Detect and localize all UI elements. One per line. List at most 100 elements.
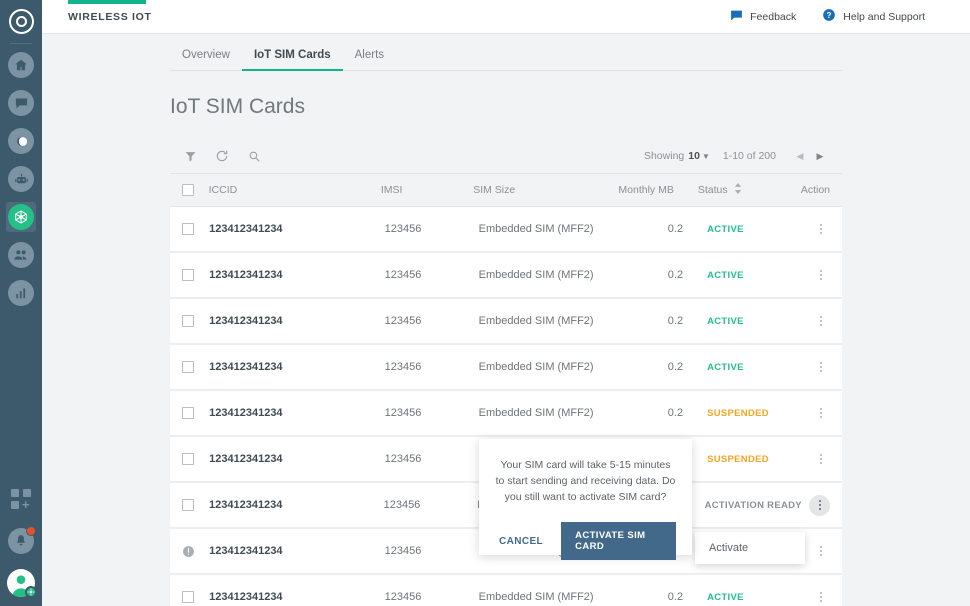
column-header-imsi[interactable]: IMSI	[381, 184, 473, 196]
menu-item-activate[interactable]: Activate	[695, 532, 805, 564]
dialog-actions: CANCEL ACTIVATE SIM CARD	[495, 522, 676, 560]
sidebar-item-analytics[interactable]	[6, 278, 36, 308]
bar-chart-icon	[8, 280, 34, 306]
left-nav-rail: +	[0, 0, 42, 606]
cell-iccid: 123412341234	[209, 315, 283, 327]
previous-page-button[interactable]: ◀	[790, 146, 810, 166]
feedback-label: Feedback	[750, 10, 797, 23]
row-checkbox[interactable]	[182, 315, 209, 327]
cell-monthly-mb: 0.2	[667, 269, 684, 281]
row-action-menu-button[interactable]	[812, 588, 830, 606]
table-row[interactable]: 123412341234 123456 Embedded SIM (MFF2) …	[170, 345, 842, 390]
cell-action	[812, 588, 830, 606]
row-checkbox[interactable]	[182, 361, 209, 373]
tab-iot-sim-cards[interactable]: IoT SIM Cards	[241, 49, 343, 71]
activate-sim-card-button[interactable]: ACTIVATE SIM CARD	[561, 522, 676, 560]
table-header-row: ICCID IMSI SIM Size Monthly MB Status Ac…	[170, 173, 842, 207]
sort-arrows-icon[interactable]	[734, 183, 742, 197]
tab-bar: Overview IoT SIM Cards Alerts	[170, 34, 842, 71]
row-action-menu-button[interactable]	[812, 542, 830, 560]
cell-action	[812, 450, 830, 468]
top-bar: WIRELESS IOT Feedback ? Help and Support	[42, 0, 970, 34]
notifications-button[interactable]	[6, 526, 36, 556]
cell-sim-size: Embedded SIM (MFF2)	[478, 407, 594, 419]
cell-imsi: 123456	[384, 453, 422, 465]
help-circle-icon: ?	[822, 8, 836, 25]
page-size-value[interactable]: 10	[688, 150, 700, 162]
row-checkbox[interactable]	[182, 591, 209, 603]
status-badge: ACTIVE	[707, 269, 744, 281]
row-action-dropdown: Activate	[695, 532, 805, 564]
grid-plus-icon: +	[11, 489, 31, 511]
help-and-support-button[interactable]: ? Help and Support	[822, 8, 925, 25]
row-action-menu-button[interactable]	[812, 312, 830, 330]
cell-action	[809, 494, 830, 516]
cell-monthly-mb: 0.2	[667, 223, 684, 235]
column-header-status[interactable]: Status	[696, 183, 801, 197]
cell-action	[812, 542, 830, 560]
apps-grid-button[interactable]: +	[6, 484, 36, 514]
table-row[interactable]: 123412341234 123456 Embedded SIM (MFF2) …	[170, 391, 842, 436]
row-warning-indicator	[182, 545, 209, 558]
cell-sim-size: Embedded SIM (MFF2)	[478, 269, 594, 281]
table-row[interactable]: 123412341234 123456 Embedded SIM (MFF2) …	[170, 207, 842, 252]
sidebar-item-wireless-iot[interactable]	[6, 202, 36, 232]
row-action-menu-button[interactable]	[812, 450, 830, 468]
cell-sim-size: Embedded SIM (MFF2)	[478, 591, 594, 603]
refresh-icon[interactable]	[214, 148, 230, 164]
row-checkbox[interactable]	[182, 499, 209, 511]
tab-alerts[interactable]: Alerts	[343, 49, 396, 70]
column-header-iccid[interactable]: ICCID	[209, 184, 381, 196]
status-badge: ACTIVE	[707, 315, 744, 327]
feedback-button[interactable]: Feedback	[730, 9, 796, 25]
sidebar-item-users[interactable]	[6, 240, 36, 270]
cell-imsi: 123456	[384, 545, 422, 557]
cell-iccid: 123412341234	[209, 269, 283, 281]
row-action-menu-button-active[interactable]	[809, 494, 830, 516]
sidebar-item-home[interactable]	[6, 50, 36, 80]
row-action-menu-button[interactable]	[812, 358, 830, 376]
cell-monthly-mb: 0.2	[667, 315, 684, 327]
filter-icon[interactable]	[182, 148, 198, 164]
cell-monthly-mb: 0.2	[667, 361, 684, 373]
help-and-support-label: Help and Support	[843, 10, 925, 23]
sidebar-item-messages[interactable]	[6, 88, 36, 118]
cell-imsi: 123456	[384, 361, 422, 373]
table-row[interactable]: 123412341234 123456 Embedded SIM (MFF2) …	[170, 253, 842, 298]
row-action-menu-button[interactable]	[812, 220, 830, 238]
cancel-button[interactable]: CANCEL	[495, 530, 547, 553]
cell-sim-size: Embedded SIM (MFF2)	[478, 361, 594, 373]
moon-icon	[8, 128, 34, 154]
avatar[interactable]	[6, 568, 37, 598]
status-badge: SUSPENDED	[707, 407, 769, 419]
cell-iccid: 123412341234	[209, 591, 283, 603]
row-action-menu-button[interactable]	[812, 266, 830, 284]
column-header-monthly-mb[interactable]: Monthly MB	[606, 184, 695, 196]
rail-bottom-items: +	[6, 484, 37, 606]
cell-iccid: 123412341234	[209, 499, 283, 511]
people-icon	[8, 242, 34, 268]
next-page-button[interactable]: ▶	[810, 146, 830, 166]
search-icon[interactable]	[246, 148, 262, 164]
row-checkbox[interactable]	[182, 453, 209, 465]
cell-action	[812, 404, 830, 422]
select-all-checkbox[interactable]	[182, 184, 209, 196]
notification-badge	[26, 526, 36, 536]
row-action-menu-button[interactable]	[812, 404, 830, 422]
row-checkbox[interactable]	[182, 223, 209, 235]
column-header-sim-size[interactable]: SIM Size	[473, 184, 606, 196]
target-logo[interactable]	[7, 7, 35, 35]
tab-overview[interactable]: Overview	[170, 49, 242, 70]
cell-imsi: 123456	[383, 499, 421, 511]
row-checkbox[interactable]	[182, 269, 209, 281]
table-row[interactable]: 123412341234 123456 Embedded SIM (MFF2) …	[170, 299, 842, 344]
row-checkbox[interactable]	[182, 407, 209, 419]
sidebar-item-eclipse[interactable]	[6, 126, 36, 156]
chevron-down-icon[interactable]: ▼	[702, 152, 710, 161]
sidebar-item-bots[interactable]	[6, 164, 36, 194]
gear-icon	[25, 586, 37, 598]
table-row[interactable]: 123412341234 123456 Embedded SIM (MFF2) …	[170, 575, 842, 606]
cell-monthly-mb: 0.2	[667, 407, 684, 419]
cell-iccid: 123412341234	[209, 361, 283, 373]
cell-imsi: 123456	[384, 407, 422, 419]
